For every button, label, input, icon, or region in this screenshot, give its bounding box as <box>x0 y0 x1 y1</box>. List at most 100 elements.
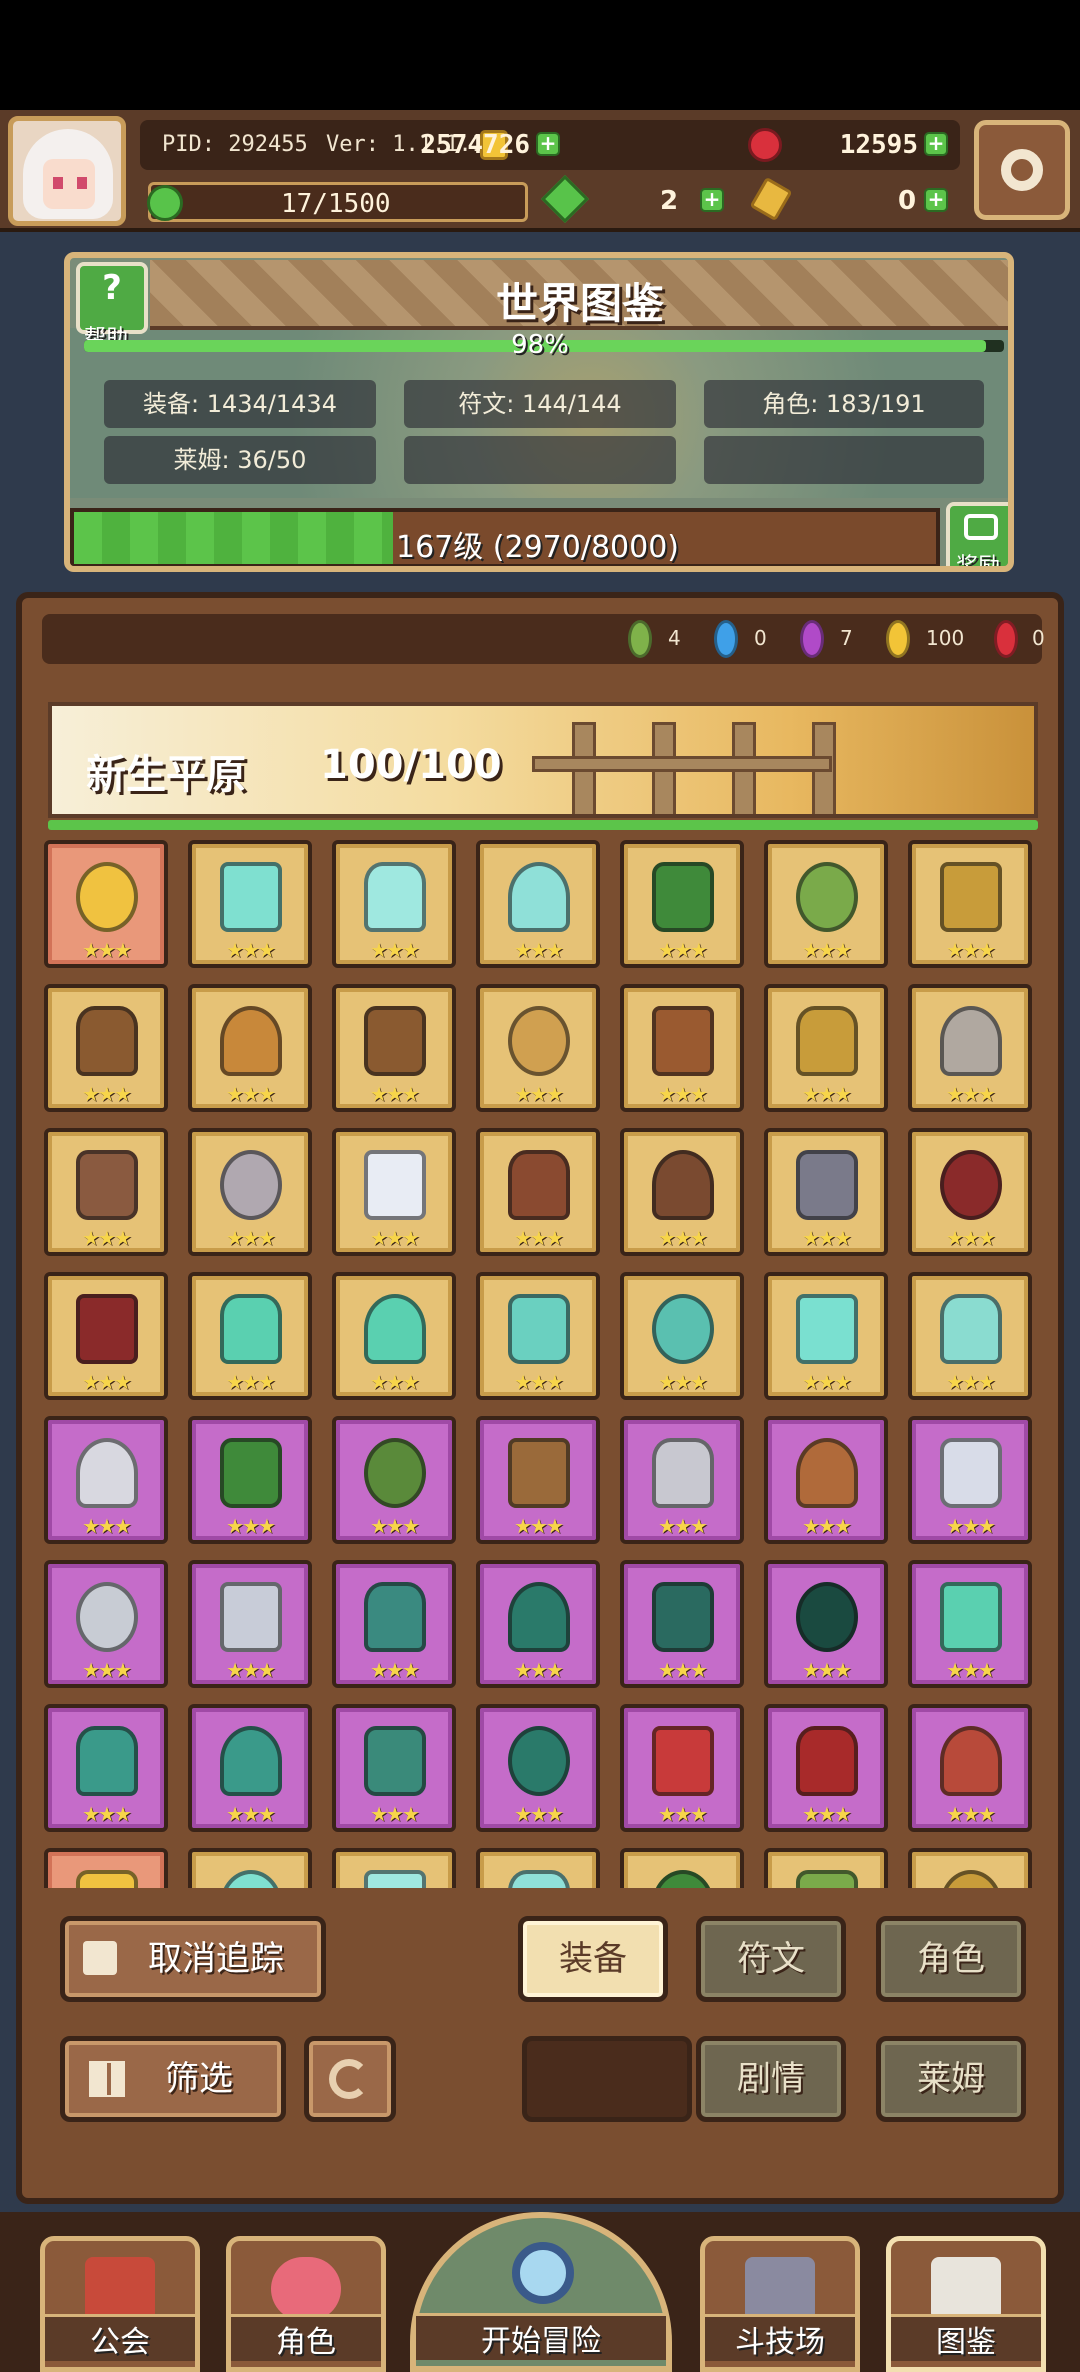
item-tile[interactable]: ★★★ <box>620 840 744 968</box>
refresh-button[interactable] <box>304 2036 396 2122</box>
item-tile[interactable]: ★★★ <box>188 1272 312 1400</box>
item-grid[interactable]: ★★★ ★★★ ★★★ ★★★ ★★★ ★★★ ★★★ ★★★ ★★★ ★★★ ★★★ ★★★ ★★★ ★… <box>44 840 1044 1888</box>
item-tile[interactable]: ★★★ <box>764 1848 888 1888</box>
bottom-navigation: 公会 角色 开始冒险 斗技场 图鉴 <box>0 2212 1080 2372</box>
fence-rail <box>532 756 832 772</box>
zone-banner[interactable]: 新生平原 100/100 <box>48 702 1038 818</box>
green-armor-icon <box>796 1870 858 1888</box>
item-tile[interactable]: ★★★ <box>188 984 312 1112</box>
item-tile[interactable]: ★★★ <box>332 1416 456 1544</box>
item-tile[interactable]: ★★★ <box>764 1704 888 1832</box>
nav-guild[interactable]: 公会 <box>40 2236 200 2372</box>
item-tile[interactable]: ★★★ <box>908 1560 1032 1688</box>
item-tile[interactable]: ★★★ <box>764 1272 888 1400</box>
gold-ring-icon <box>940 862 1002 932</box>
player-id: PID: 292455 <box>162 132 308 157</box>
item-tile[interactable]: ★★★ <box>764 1560 888 1688</box>
item-tile[interactable]: ★★★ <box>908 840 1032 968</box>
item-tile[interactable]: ★★★ <box>332 1272 456 1400</box>
item-tile[interactable]: ★★★ <box>908 1848 1032 1888</box>
item-tile[interactable]: ★★★ <box>620 1128 744 1256</box>
item-tile[interactable]: ★★★ <box>44 1560 168 1688</box>
stat-equipment: 装备: 1434/1434 <box>104 380 376 428</box>
item-tile[interactable]: ★★★ <box>188 840 312 968</box>
player-avatar[interactable] <box>8 116 126 226</box>
rarity-stars: ★★★ <box>658 938 708 962</box>
item-tile[interactable]: ★★★ <box>188 1704 312 1832</box>
item-tile[interactable]: ★★★ <box>332 1128 456 1256</box>
jade-arrow-icon <box>364 1294 426 1364</box>
item-tile[interactable]: ★★★ <box>908 1704 1032 1832</box>
item-tile[interactable]: ★★★ <box>188 1848 312 1888</box>
item-tile[interactable]: ★★★ <box>44 1272 168 1400</box>
reward-label: 奖励 <box>956 554 1001 572</box>
item-tile[interactable]: ★★★ <box>44 840 168 968</box>
gold-amount: 2574726 <box>420 130 530 160</box>
item-tile[interactable]: ★★★ <box>476 1560 600 1688</box>
item-tile[interactable]: ★★★ <box>476 1416 600 1544</box>
item-tile[interactable]: ★★★ <box>44 984 168 1112</box>
untrack-button[interactable]: 取消追踪 <box>60 1916 326 2002</box>
item-tile[interactable]: ★★★ <box>188 1560 312 1688</box>
item-tile[interactable]: ★★★ <box>620 1848 744 1888</box>
item-tile[interactable]: ★★★ <box>620 1416 744 1544</box>
nav-dex[interactable]: 图鉴 <box>886 2236 1046 2372</box>
gem-counter-strip: 4 0 7 100 0 <box>42 614 1045 664</box>
item-tile[interactable]: ★★★ <box>476 984 600 1112</box>
item-tile[interactable]: ★★★ <box>332 984 456 1112</box>
item-tile[interactable]: ★★★ <box>620 1560 744 1688</box>
rarity-stars: ★★★ <box>370 1514 420 1538</box>
tab-slime[interactable]: 莱姆 <box>876 2036 1026 2122</box>
filter-button[interactable]: 筛选 <box>60 2036 286 2122</box>
reward-button[interactable]: 奖励 <box>946 502 1008 572</box>
item-tile[interactable]: ★★★ <box>764 1128 888 1256</box>
add-gem-button[interactable]: + <box>700 188 724 212</box>
rarity-stars: ★★★ <box>82 1082 132 1106</box>
item-tile[interactable]: ★★★ <box>908 984 1032 1112</box>
item-tile[interactable]: ★★★ <box>332 1704 456 1832</box>
item-tile[interactable]: ★★★ <box>44 1416 168 1544</box>
resource-panel-top: PID: 292455 Ver: 1.1.1.11 2574726 + 1259… <box>140 120 960 170</box>
item-tile[interactable]: ★★★ <box>188 1416 312 1544</box>
tab-runes[interactable]: 符文 <box>696 1916 846 2002</box>
settings-button[interactable] <box>974 120 1070 220</box>
tab-equipment[interactable]: 装备 <box>518 1916 668 2002</box>
item-tile[interactable]: ★★★ <box>476 840 600 968</box>
item-tile[interactable]: ★★★ <box>332 1560 456 1688</box>
jade-helmet-icon <box>652 1294 714 1364</box>
item-tile[interactable]: ★★★ <box>620 1704 744 1832</box>
add-ruby-button[interactable]: + <box>924 132 948 156</box>
add-key-button[interactable]: + <box>924 188 948 212</box>
item-tile[interactable]: ★★★ <box>908 1416 1032 1544</box>
item-tile[interactable]: ★★★ <box>44 1704 168 1832</box>
key-icon <box>749 176 793 222</box>
jade-boots-icon <box>508 1294 570 1364</box>
item-tile[interactable]: ★★★ <box>764 984 888 1112</box>
tab-story[interactable]: 剧情 <box>696 2036 846 2122</box>
tab-characters[interactable]: 角色 <box>876 1916 1026 2002</box>
item-tile[interactable]: ★★★ <box>44 1848 168 1888</box>
item-tile[interactable]: ★★★ <box>476 1848 600 1888</box>
add-gold-button[interactable]: + <box>536 132 560 156</box>
item-tile[interactable]: ★★★ <box>476 1128 600 1256</box>
item-tile[interactable]: ★★★ <box>764 840 888 968</box>
item-tile[interactable]: ★★★ <box>332 840 456 968</box>
item-tile[interactable]: ★★★ <box>476 1704 600 1832</box>
rarity-stars: ★★★ <box>370 1370 420 1394</box>
item-tile[interactable]: ★★★ <box>908 1128 1032 1256</box>
rarity-stars: ★★★ <box>82 1370 132 1394</box>
item-tile[interactable]: ★★★ <box>188 1128 312 1256</box>
nav-arena[interactable]: 斗技场 <box>700 2236 860 2372</box>
item-tile[interactable]: ★★★ <box>620 1272 744 1400</box>
help-button[interactable]: ? 帮助 <box>76 262 148 351</box>
nav-start-adventure[interactable]: 开始冒险 <box>410 2212 672 2372</box>
item-tile[interactable]: ★★★ <box>620 984 744 1112</box>
item-tile[interactable]: ★★★ <box>908 1272 1032 1400</box>
rarity-stars: ★★★ <box>82 1802 132 1826</box>
silver-boots-icon <box>220 1582 282 1652</box>
item-tile[interactable]: ★★★ <box>332 1848 456 1888</box>
nav-character[interactable]: 角色 <box>226 2236 386 2372</box>
item-tile[interactable]: ★★★ <box>476 1272 600 1400</box>
item-tile[interactable]: ★★★ <box>44 1128 168 1256</box>
item-tile[interactable]: ★★★ <box>764 1416 888 1544</box>
